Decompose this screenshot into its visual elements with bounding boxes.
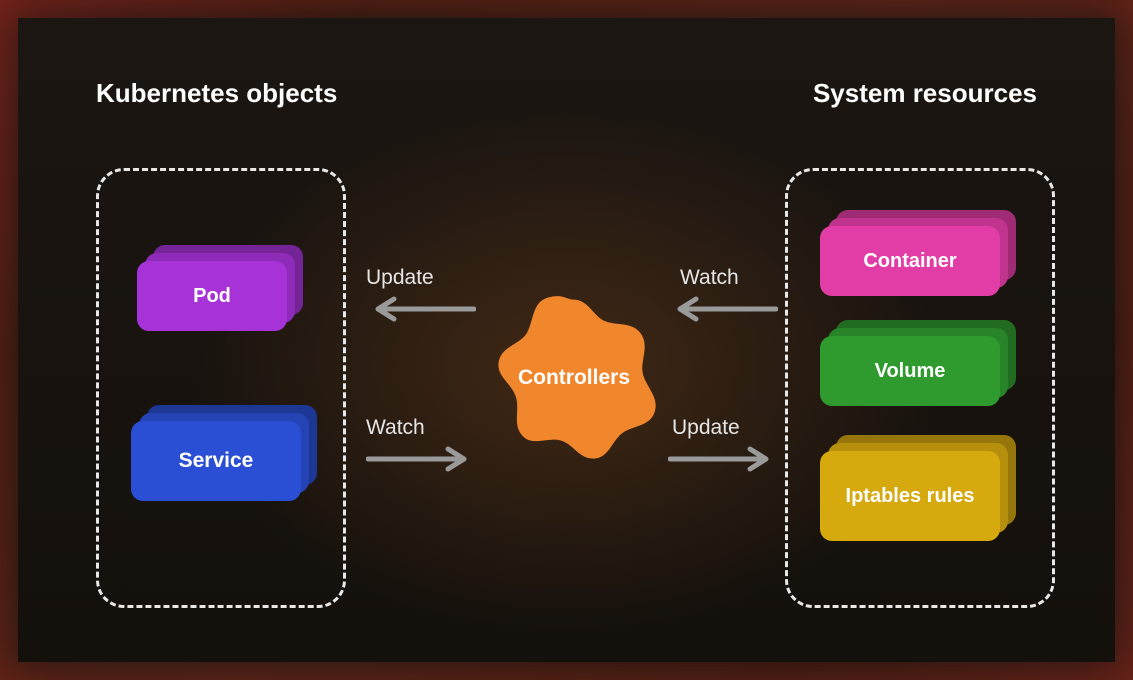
diagram-frame: { "headings": { "left": "Kubernetes obje… (18, 18, 1115, 662)
kubernetes-objects-box: Pod Service (96, 168, 346, 608)
arrow-left-icon (366, 296, 476, 322)
card-pod-label: Pod (137, 261, 287, 331)
arrow-watch-left: Watch (366, 416, 476, 472)
card-iptables-label: Iptables rules (820, 451, 1000, 541)
arrow-watch-left-label: Watch (366, 416, 425, 440)
heading-kubernetes-objects: Kubernetes objects (96, 78, 337, 109)
arrow-watch-right-label: Watch (680, 266, 739, 290)
heading-system-resources: System resources (813, 78, 1037, 109)
card-service-label: Service (131, 421, 301, 501)
arrow-left-icon (668, 296, 778, 322)
arrow-update-right: Update (668, 416, 778, 472)
arrow-right-icon (668, 446, 778, 472)
card-volume-label: Volume (820, 336, 1000, 406)
arrow-update-left-label: Update (366, 266, 434, 290)
system-resources-box: Container Volume Iptables rules (785, 168, 1055, 608)
arrow-update-right-label: Update (672, 416, 740, 440)
arrow-watch-right: Watch (668, 266, 778, 322)
controllers-node: Controllers (484, 288, 664, 468)
arrow-update-left: Update (366, 266, 476, 322)
arrow-right-icon (366, 446, 476, 472)
card-container-label: Container (820, 226, 1000, 296)
controllers-label: Controllers (518, 366, 630, 390)
